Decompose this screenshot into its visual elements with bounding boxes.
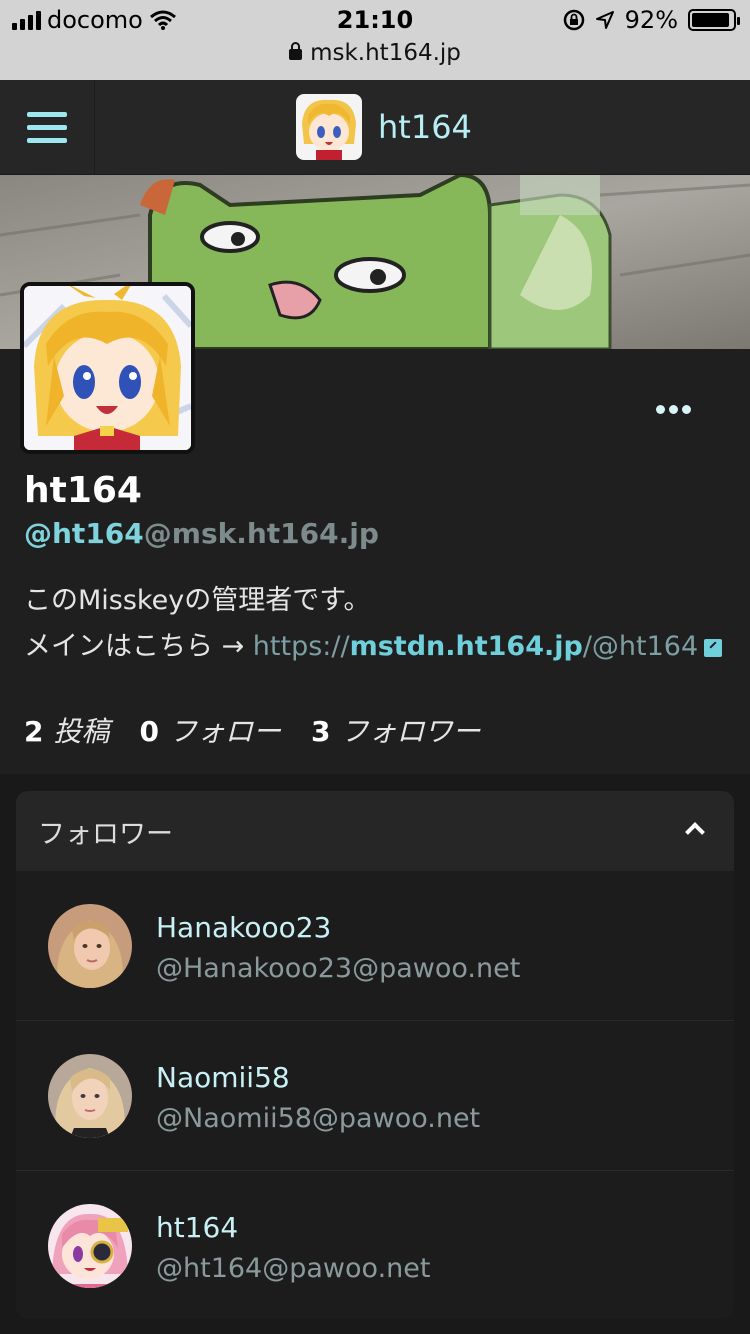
profile-link[interactable]: https://mstdn.ht164.jp/@ht164 [253,631,723,662]
more-options-button[interactable] [656,405,691,414]
profile-avatar[interactable] [20,282,195,454]
url-text: msk.ht164.jp [310,40,461,66]
ellipsis-icon [656,405,665,414]
followers-card: フォロワー Hanakooo23 @Hanakooo23@pawoo.net N… [16,791,734,1319]
user-acct: @Naomii58@pawoo.net [156,1103,481,1134]
user-name[interactable]: Hanakooo23 [156,911,331,944]
lock-icon [289,42,303,60]
chevron-up-icon[interactable] [685,822,705,842]
user-avatar[interactable] [48,1204,132,1288]
description-prefix: メインはこちら → [24,631,253,662]
url-bar[interactable]: msk.ht164.jp [0,40,750,66]
list-item[interactable]: Hanakooo23 @Hanakooo23@pawoo.net [16,871,734,1021]
description-line-1: このMisskeyの管理者です。 [24,585,371,616]
followers-card-title: フォロワー [38,818,173,850]
stat-following[interactable]: 0 フォロー [140,710,282,750]
battery-percent: 92% [624,6,678,34]
user-name[interactable]: Naomii58 [156,1061,290,1094]
stat-followers[interactable]: 3 フォロワー [311,710,481,750]
status-bar: docomo 21:10 92% [0,6,750,38]
header-title: ht164 [378,108,472,146]
header-avatar [296,94,362,160]
profile-description: このMisskeyの管理者です。 メインはこちら → https://mstdn… [24,578,723,670]
app-header: ht164 [0,80,750,175]
handle-user: @ht164 [24,517,144,550]
external-link-icon [704,639,723,657]
profile-name: ht164 [24,470,142,511]
menu-button[interactable] [0,80,95,175]
handle-host: @msk.ht164.jp [143,517,379,550]
followers-card-header[interactable]: フォロワー [16,791,734,871]
browser-chrome: docomo 21:10 92% msk.ht164.jp [0,0,750,80]
user-acct: @ht164@pawoo.net [156,1253,431,1284]
location-icon [595,11,614,29]
header-identity[interactable]: ht164 [296,94,472,160]
description-line-2: メインはこちら → https://mstdn.ht164.jp/@ht164 [24,624,723,670]
user-acct: @Hanakooo23@pawoo.net [156,953,521,984]
list-item[interactable]: ht164 @ht164@pawoo.net [16,1171,734,1319]
rotation-lock-icon [563,9,584,31]
status-right: 92% [563,6,740,34]
profile-stats: 2 投稿 0 フォロー 3 フォロワー [24,710,481,750]
list-item[interactable]: Naomii58 @Naomii58@pawoo.net [16,1021,734,1171]
user-avatar[interactable] [48,904,132,988]
stat-notes[interactable]: 2 投稿 [24,710,110,750]
hamburger-icon [27,112,67,117]
battery-icon [688,9,740,31]
user-name[interactable]: ht164 [156,1211,238,1244]
profile-handle: @ht164@msk.ht164.jp [24,517,379,550]
user-avatar[interactable] [48,1054,132,1138]
